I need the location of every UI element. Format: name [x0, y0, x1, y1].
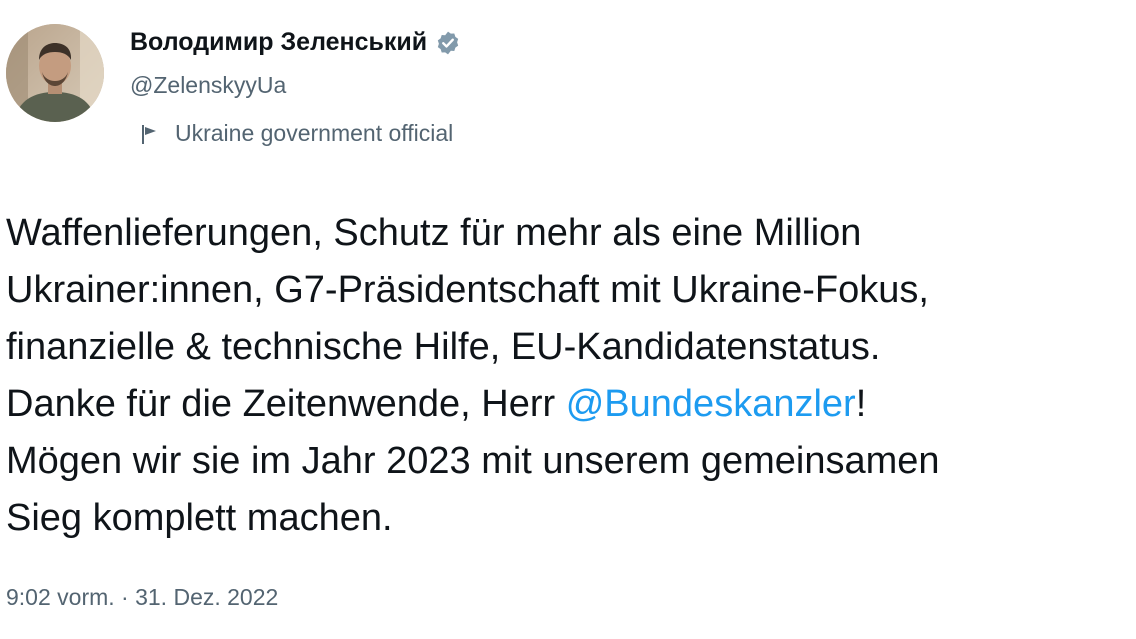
tweet-text-fragment: Danke für die Zeitenwende, Herr	[6, 383, 566, 425]
tweet-text-line: Ukrainer:innen, G7-Präsidentschaft mit U…	[6, 269, 929, 311]
tweet-text-line-with-mention: Danke für die Zeitenwende, Herr @Bundesk…	[6, 376, 1136, 433]
tweet-text-line: finanzielle & technische Hilfe, EU-Kandi…	[6, 326, 881, 368]
tweet-text: Waffenlieferungen, Schutz für mehr als e…	[6, 205, 1136, 547]
avatar-photo-icon	[6, 24, 104, 122]
tweet-text-fragment: !	[855, 383, 867, 425]
author-name-row: Володимир Зеленський	[130, 28, 461, 57]
tweet-card: Володимир Зеленський @ZelenskyyUa Ukrain…	[0, 0, 1136, 639]
tweet-text-line: Mögen wir sie im Jahr 2023 mit unserem g…	[6, 440, 940, 482]
tweet-text-line: Sieg komplett machen.	[6, 497, 393, 539]
flag-icon	[139, 123, 161, 145]
tweet-timestamp[interactable]: 9:02 vorm. · 31. Dez. 2022	[6, 584, 278, 611]
author-display-name[interactable]: Володимир Зеленський	[130, 28, 427, 57]
mention-link[interactable]: @Bundeskanzler	[566, 383, 856, 425]
tweet-text-line: Waffenlieferungen, Schutz für mehr als e…	[6, 212, 862, 254]
government-label[interactable]: Ukraine government official	[139, 120, 453, 147]
government-label-text: Ukraine government official	[175, 120, 454, 146]
author-avatar[interactable]	[6, 24, 104, 122]
author-handle[interactable]: @ZelenskyyUa	[130, 72, 286, 99]
verified-badge-icon	[435, 30, 461, 56]
